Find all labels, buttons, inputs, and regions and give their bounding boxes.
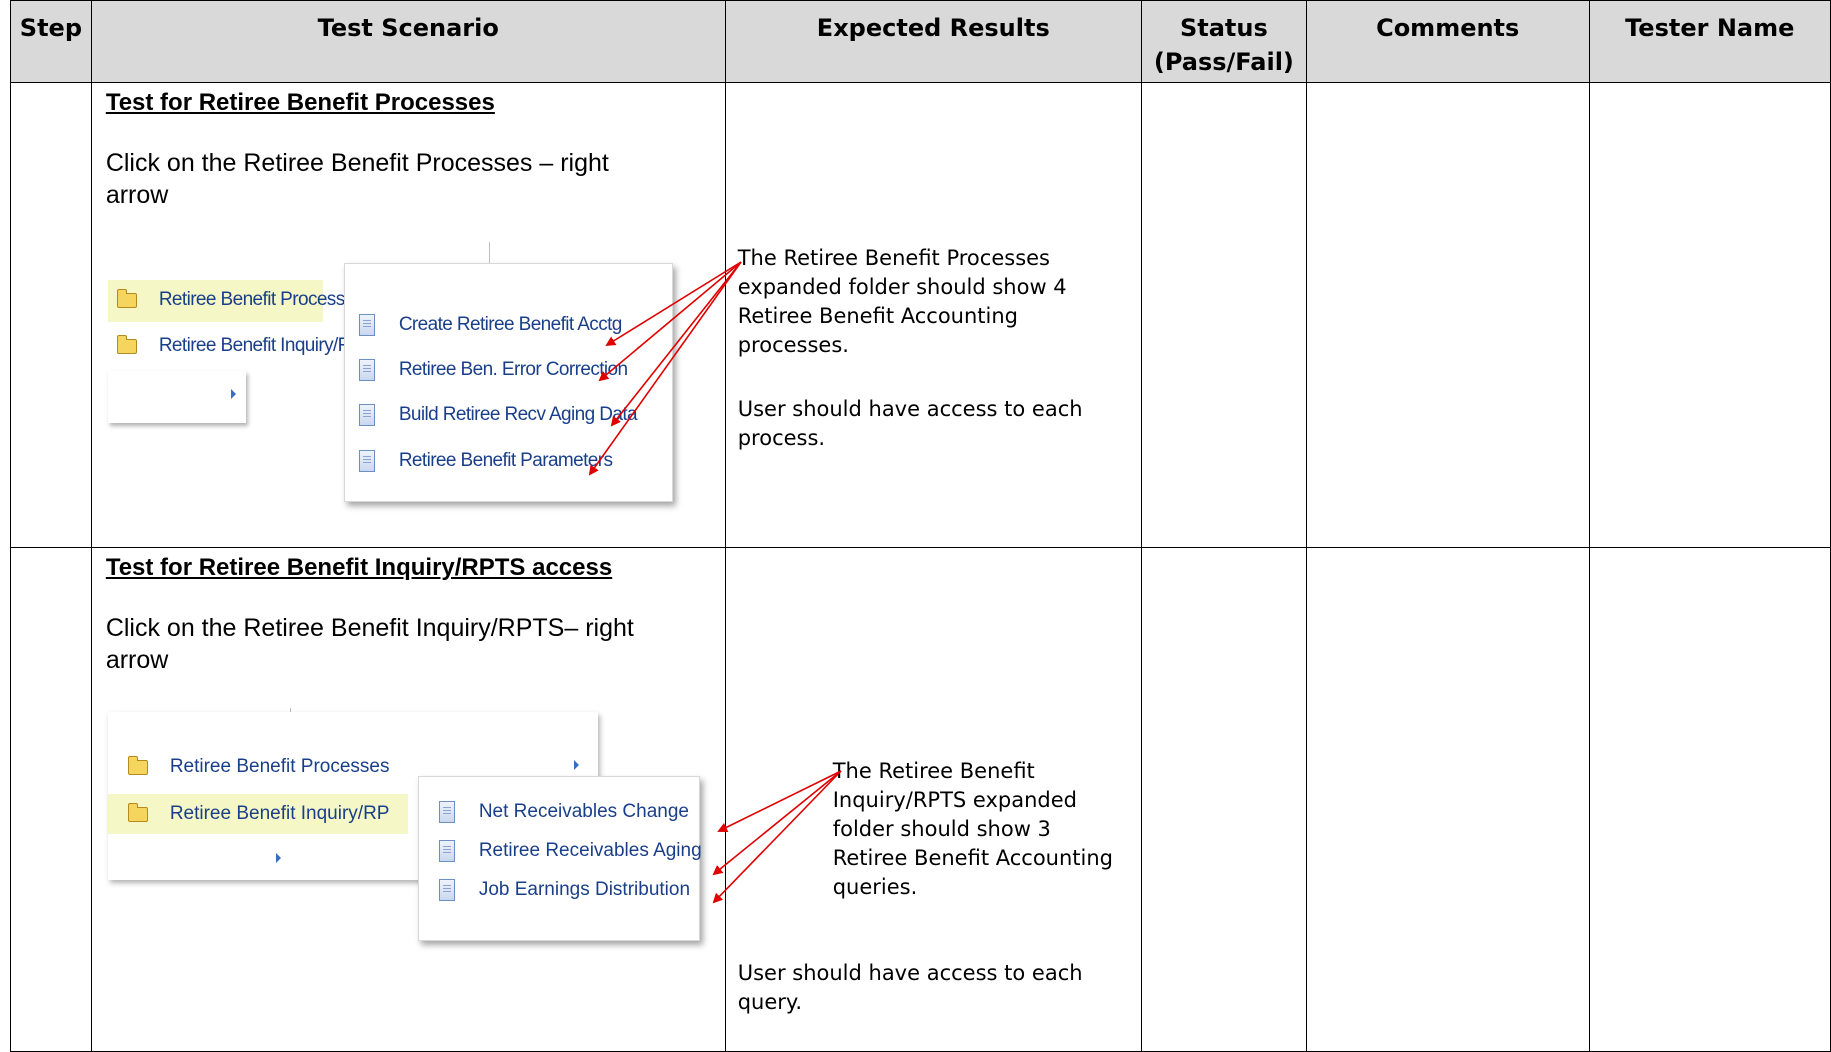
folder-icon [127,755,148,775]
step-cell [10,547,92,1052]
access-line: User should have access to each [737,397,1083,421]
folder-icon [116,288,137,308]
folder-retiree-benefit-inquiry[interactable]: Retiree Benefit Inquiry/RP [116,334,364,357]
status-cell[interactable] [1140,547,1307,1052]
step-cell [10,82,92,548]
document-icon [358,404,375,426]
folder-icon [116,334,137,354]
expected-line: The Retiree Benefit [832,759,1035,783]
menu-screenshot: Retiree Benefit Processes Retiree Benefi… [92,548,731,1052]
folder-retiree-benefit-processes[interactable]: Retiree Benefit Processes [127,755,390,778]
expected-text: The Retiree Benefit Processes expanded f… [738,244,1138,360]
access-line: process. [737,426,826,450]
expected-cell: The Retiree Benefit Processes expanded f… [724,82,1142,548]
access-text: User should have access to each process. [738,395,1138,453]
folder-label: Retiree Benefit Processes [169,756,390,777]
submenu-item[interactable]: Retiree Receivables Aging [438,840,702,862]
folder-label: Retiree Benefit Processes [158,289,364,310]
header-step: Step [10,0,92,83]
expected-line: Inquiry/RPTS expanded [832,788,1077,812]
expected-line: folder should show 3 [832,817,1051,841]
menu-panel [107,371,246,423]
comments-cell[interactable] [1305,82,1590,548]
submenu-item-label: Build Retiree Recv Aging Data [398,404,638,425]
document-icon [358,314,375,336]
header-scenario: Test Scenario [90,0,726,83]
chevron-right-icon[interactable] [573,760,579,770]
folder-retiree-benefit-processes[interactable]: Retiree Benefit Processes [116,288,364,311]
chevron-right-icon[interactable] [230,389,236,399]
document-icon [438,879,455,901]
submenu-item[interactable]: Build Retiree Recv Aging Data [358,404,638,426]
submenu-item-label: Retiree Receivables Aging [478,840,702,861]
tester-cell[interactable] [1588,547,1831,1052]
submenu-item-label: Create Retiree Benefit Acctg [398,314,623,335]
expected-line: queries. [832,875,918,899]
test-table: Step Test Scenario Expected Results Stat… [10,0,1831,1052]
submenu-item-label: Net Receivables Change [478,801,689,822]
expected-line: processes. [737,333,849,357]
submenu-item-label: Retiree Ben. Error Correction [398,359,628,380]
document-icon [438,840,455,862]
menu-screenshot: Retiree Benefit Processes Retiree Benefi… [92,83,731,548]
submenu-item-label: Job Earnings Distribution [478,879,691,900]
status-cell[interactable] [1140,82,1307,548]
chevron-right-icon[interactable] [275,853,281,863]
expected-line: expanded folder should show 4 [737,275,1067,299]
expected-line: Retiree Benefit Accounting [737,304,1018,328]
folder-icon [127,802,148,822]
submenu-item[interactable]: Retiree Ben. Error Correction [358,359,628,381]
folder-retiree-benefit-inquiry[interactable]: Retiree Benefit Inquiry/RP [127,802,390,825]
scenario-cell: Test for Retiree Benefit Inquiry/RPTS ac… [90,547,726,1052]
submenu-item-label: Retiree Benefit Parameters [398,450,613,471]
submenu-item[interactable]: Net Receivables Change [438,801,689,823]
expected-line: The Retiree Benefit Processes [737,246,1050,270]
table-row: Test for Retiree Benefit Processes Click… [10,82,1831,548]
header-tester: Tester Name [1588,0,1831,83]
access-line: query. [737,990,803,1014]
document-icon [358,359,375,381]
submenu-panel: Create Retiree Benefit Acctg Retiree Ben… [343,263,673,502]
comments-cell[interactable] [1305,547,1590,1052]
access-line: User should have access to each [737,961,1083,985]
submenu-item[interactable]: Retiree Benefit Parameters [358,450,613,472]
tester-cell[interactable] [1588,82,1831,548]
header-status: Status (Pass/Fail) [1140,0,1307,83]
header-row: Step Test Scenario Expected Results Stat… [10,0,1831,83]
document-icon [438,801,455,823]
scenario-cell: Test for Retiree Benefit Processes Click… [90,82,726,548]
access-text: User should have access to each query. [738,959,1138,1017]
header-comments: Comments [1305,0,1590,83]
header-expected: Expected Results [724,0,1142,83]
table-row: Test for Retiree Benefit Inquiry/RPTS ac… [10,547,1831,1052]
submenu-panel: Net Receivables Change Retiree Receivabl… [417,776,702,941]
submenu-item[interactable]: Create Retiree Benefit Acctg [358,314,623,336]
folder-label: Retiree Benefit Inquiry/RP [158,335,364,356]
document-icon [358,450,375,472]
folder-label: Retiree Benefit Inquiry/RP [169,803,390,824]
expected-cell: The Retiree Benefit Inquiry/RPTS expande… [724,547,1143,1052]
expected-text: The Retiree Benefit Inquiry/RPTS expande… [833,757,1143,902]
expected-line: Retiree Benefit Accounting [832,846,1113,870]
submenu-item[interactable]: Job Earnings Distribution [438,879,691,901]
